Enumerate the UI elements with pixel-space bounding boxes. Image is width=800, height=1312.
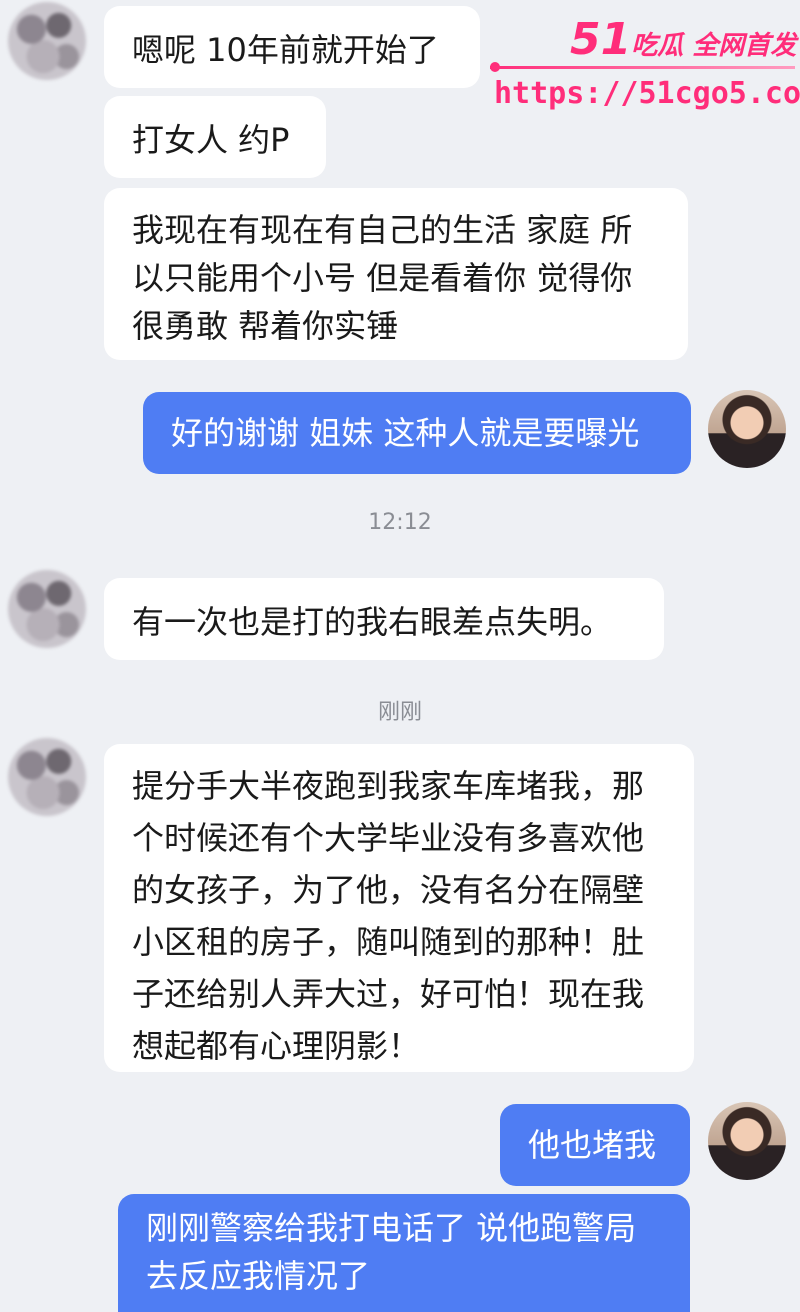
contact-avatar[interactable]	[8, 570, 86, 648]
message-bubble-outgoing: 刚刚警察给我打电话了 说他跑警局去反应我情况了	[118, 1194, 690, 1312]
watermark-line	[490, 66, 795, 69]
contact-avatar[interactable]	[8, 2, 86, 80]
watermark: 51吃瓜 全网首发 https://51cgo5.com	[490, 14, 800, 120]
timestamp: 12:12	[368, 510, 432, 535]
message-bubble-incoming: 打女人 约P	[104, 96, 326, 178]
message-bubble-outgoing: 好的谢谢 姐妹 这种人就是要曝光	[143, 392, 691, 474]
user-avatar[interactable]	[708, 390, 786, 468]
watermark-url: https://51cgo5.com	[494, 76, 800, 111]
user-avatar[interactable]	[708, 1102, 786, 1180]
message-bubble-incoming: 我现在有现在有自己的生活 家庭 所以只能用个小号 但是看着你 觉得你很勇敢 帮着…	[104, 188, 688, 360]
message-bubble-incoming: 有一次也是打的我右眼差点失明。	[104, 578, 664, 660]
contact-avatar[interactable]	[8, 738, 86, 816]
message-bubble-outgoing: 他也堵我	[500, 1104, 690, 1186]
timestamp: 刚刚	[377, 700, 422, 725]
message-bubble-incoming: 提分手大半夜跑到我家车库堵我，那个时候还有个大学毕业没有多喜欢他的女孩子，为了他…	[104, 744, 694, 1072]
message-bubble-incoming: 嗯呢 10年前就开始了	[104, 6, 480, 88]
watermark-brand: 51吃瓜 全网首发	[570, 14, 797, 65]
